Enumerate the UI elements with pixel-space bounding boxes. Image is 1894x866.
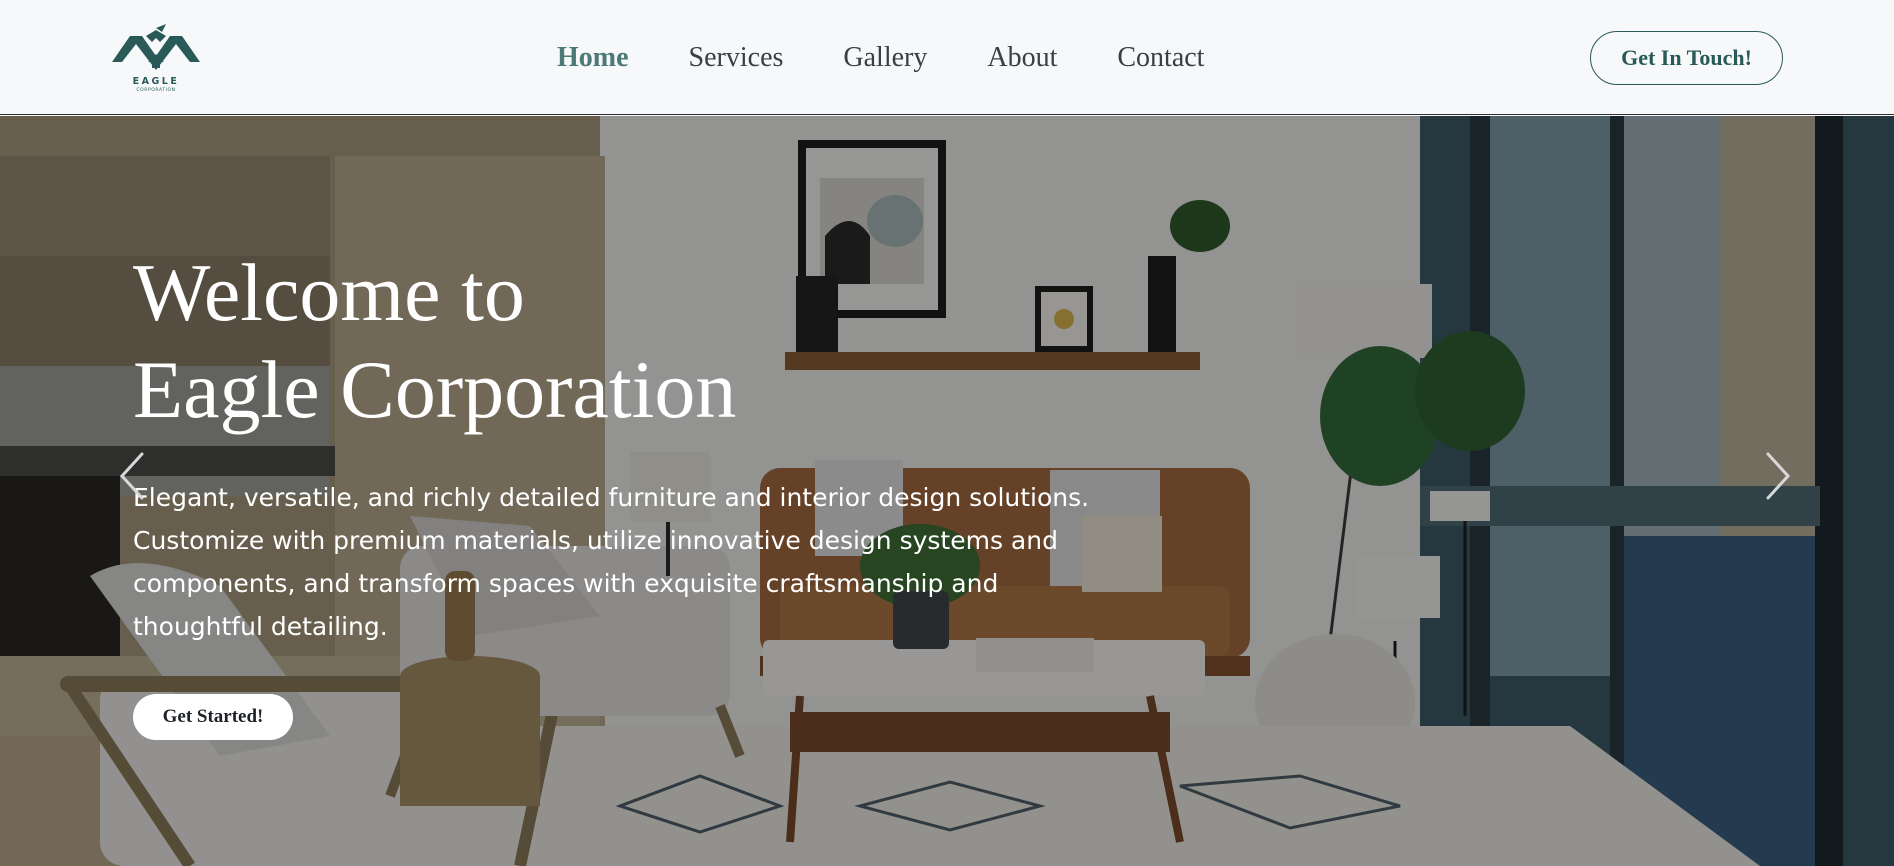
nav-gallery[interactable]: Gallery: [843, 38, 927, 78]
chevron-right-icon: [1766, 452, 1791, 500]
nav-home[interactable]: Home: [557, 38, 629, 78]
hero-section: Welcome to Eagle Corporation Elegant, ve…: [0, 116, 1894, 866]
nav-services[interactable]: Services: [689, 38, 784, 78]
carousel-next-button[interactable]: [1758, 446, 1798, 506]
logo-wordmark: EAGLE: [132, 76, 180, 87]
hero-description-line: Customize with premium materials, utiliz…: [133, 526, 1058, 555]
hero-description-line: Elegant, versatile, and richly detailed …: [133, 483, 1090, 512]
nav-contact[interactable]: Contact: [1117, 38, 1204, 78]
logo-subtitle: CORPORATION: [136, 88, 176, 93]
hero-title-line-1: Welcome to: [133, 247, 525, 338]
brand-logo[interactable]: EAGLE CORPORATION: [108, 22, 204, 96]
site-header: EAGLE CORPORATION Home Services Gallery …: [0, 0, 1894, 115]
hero-description-line: components, and transform spaces with ex…: [133, 569, 999, 598]
eagle-logo-icon: [112, 24, 200, 70]
main-nav: Home Services Gallery About Contact: [557, 38, 1264, 78]
get-in-touch-button[interactable]: Get In Touch!: [1590, 31, 1783, 85]
nav-about[interactable]: About: [987, 38, 1057, 78]
hero-description-line: thoughtful detailing.: [133, 612, 388, 641]
carousel-prev-button[interactable]: [112, 446, 152, 506]
hero-title: Welcome to Eagle Corporation: [133, 244, 736, 438]
chevron-left-icon: [119, 452, 144, 500]
hero-title-line-2: Eagle Corporation: [133, 344, 737, 435]
hero-description: Elegant, versatile, and richly detailed …: [133, 476, 1113, 648]
get-started-button[interactable]: Get Started!: [133, 694, 293, 740]
